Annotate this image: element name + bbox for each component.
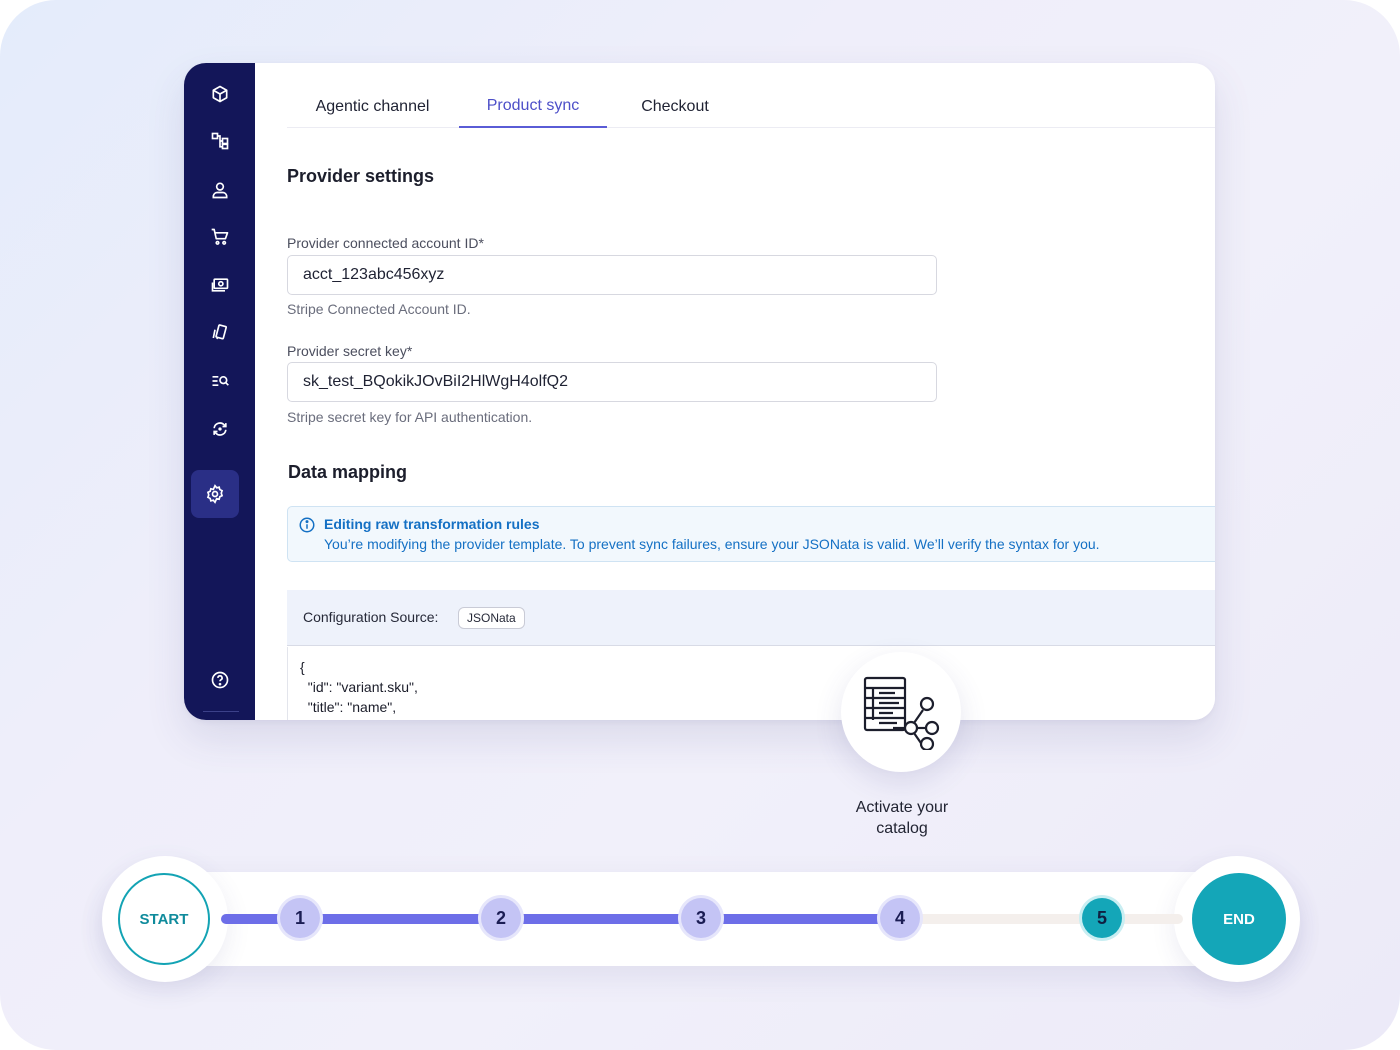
step-node-2[interactable]: 2 — [481, 898, 521, 938]
secret-key-label: Provider secret key* — [287, 343, 413, 359]
cart-icon[interactable] — [203, 220, 237, 254]
secret-key-help: Stripe secret key for API authentication… — [287, 409, 533, 425]
payments-icon[interactable] — [203, 268, 237, 302]
config-source-bar: Configuration Source: JSONata — [287, 590, 1215, 646]
data-mapping-title: Data mapping — [288, 462, 408, 482]
tab-checkout[interactable]: Checkout — [615, 85, 735, 128]
cube-icon[interactable] — [203, 77, 237, 111]
progress-rail-fill — [221, 914, 903, 924]
tab-agentic-channel[interactable]: Agentic channel — [287, 85, 458, 128]
account-id-label: Provider connected account ID* — [287, 235, 484, 251]
config-source-label: Configuration Source: — [303, 609, 439, 625]
step-node-1[interactable]: 1 — [280, 898, 320, 938]
catalog-tree-icon — [863, 676, 940, 750]
secret-key-input[interactable] — [287, 362, 937, 402]
sidebar — [184, 63, 255, 720]
step-node-4[interactable]: 4 — [880, 898, 920, 938]
step-badge — [841, 652, 961, 772]
tab-bar: Agentic channel Product sync Checkout — [287, 85, 1215, 128]
step-caption: Activate your catalog — [822, 797, 982, 839]
alert-title: Editing raw transformation rules — [324, 516, 540, 532]
start-button[interactable]: START — [118, 873, 210, 965]
account-id-input[interactable] — [287, 255, 937, 295]
help-icon[interactable] — [203, 663, 237, 697]
info-alert: Editing raw transformation rules You’re … — [287, 506, 1215, 562]
end-button[interactable]: END — [1192, 873, 1286, 965]
config-source-chip[interactable]: JSONata — [458, 607, 525, 629]
cards-icon[interactable] — [203, 316, 237, 350]
code-editor[interactable]: { "id": "variant.sku", "title": "name", — [287, 647, 1215, 720]
tab-product-sync[interactable]: Product sync — [459, 85, 607, 128]
user-icon[interactable] — [203, 173, 237, 207]
step-node-5[interactable]: 5 — [1082, 898, 1122, 938]
workflow-icon[interactable] — [203, 124, 237, 158]
app-window: Agentic channel Product sync Checkout Pr… — [184, 63, 1215, 720]
sync-icon[interactable] — [203, 412, 237, 446]
step-caption-line1: Activate your — [855, 799, 949, 816]
step-node-3[interactable]: 3 — [681, 898, 721, 938]
main-panel: Agentic channel Product sync Checkout Pr… — [255, 63, 1215, 720]
alert-body: You’re modifying the provider template. … — [324, 536, 1100, 552]
info-icon — [299, 517, 315, 533]
settings-icon[interactable] — [191, 470, 239, 518]
search-list-icon[interactable] — [203, 364, 237, 398]
provider-settings-title: Provider settings — [287, 166, 435, 186]
step-caption-line2: catalog — [876, 820, 928, 837]
account-id-help: Stripe Connected Account ID. — [287, 301, 471, 317]
sidebar-divider — [203, 711, 239, 712]
